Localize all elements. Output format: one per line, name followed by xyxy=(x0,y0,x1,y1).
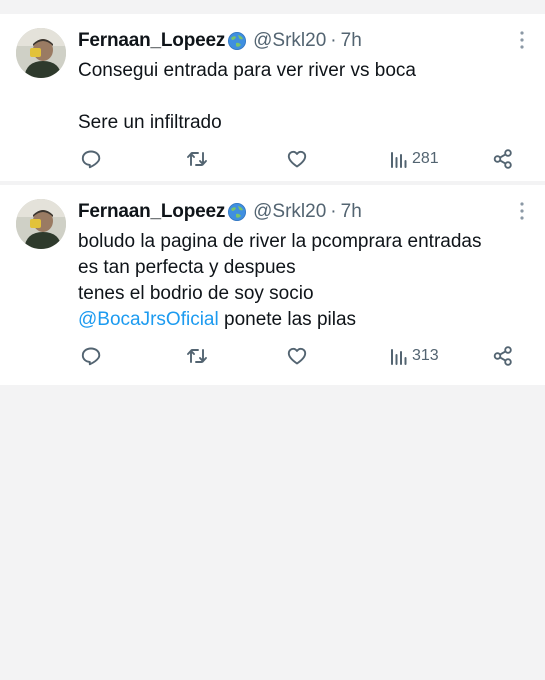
retweet-icon xyxy=(185,148,209,170)
tweet-text-line: tenes el bodrio de soy socio xyxy=(78,283,314,304)
like-button[interactable] xyxy=(286,343,308,369)
reply-icon xyxy=(80,148,102,170)
timestamp[interactable]: 7h xyxy=(341,30,362,52)
tweet-text: Consegui entrada para ver river vs boca … xyxy=(78,58,528,136)
tweet-text-line: Consegui entrada para ver river vs boca xyxy=(78,60,416,81)
globe-icon xyxy=(227,31,247,51)
like-icon xyxy=(286,345,308,367)
tweet-card[interactable]: Fernaan_Lopeez @Srkl20 · 7h Consegui ent… xyxy=(0,14,545,181)
share-icon xyxy=(492,148,514,170)
action-bar: 313 xyxy=(0,343,545,369)
user-handle[interactable]: @Srkl20 xyxy=(253,201,326,223)
tweet-card[interactable]: Fernaan_Lopeez @Srkl20 · 7h boludo la pa… xyxy=(0,185,545,385)
tweet-text-line: Sere un infiltrado xyxy=(78,112,222,133)
more-icon[interactable] xyxy=(519,201,525,221)
tweet-text-line: boludo la pagina de river la pcomprara e… xyxy=(78,231,482,252)
separator-dot: · xyxy=(330,201,337,222)
globe-icon xyxy=(227,202,247,222)
views-button[interactable]: 281 xyxy=(390,146,439,172)
display-name[interactable]: Fernaan_Lopeez xyxy=(78,201,225,223)
views-icon xyxy=(390,346,408,366)
like-button[interactable] xyxy=(286,146,308,172)
avatar-image xyxy=(16,199,66,249)
tweet-text: boludo la pagina de river la pcomprara e… xyxy=(78,229,528,333)
views-icon xyxy=(390,149,408,169)
retweet-icon xyxy=(185,345,209,367)
share-icon xyxy=(492,345,514,367)
user-handle[interactable]: @Srkl20 xyxy=(253,30,326,52)
reply-button[interactable] xyxy=(80,146,102,172)
tweet-text-tail: ponete las pilas xyxy=(218,309,357,330)
avatar[interactable] xyxy=(16,199,66,249)
retweet-button[interactable] xyxy=(185,343,209,369)
views-button[interactable]: 313 xyxy=(390,343,439,369)
views-count: 281 xyxy=(412,150,439,167)
action-bar: 281 xyxy=(0,146,545,172)
share-button[interactable] xyxy=(492,343,514,369)
tweet-header: Fernaan_Lopeez @Srkl20 · 7h xyxy=(78,199,362,225)
retweet-button[interactable] xyxy=(185,146,209,172)
tweet-text-line: @BocaJrsOficial ponete las pilas xyxy=(78,307,528,333)
more-icon[interactable] xyxy=(519,30,525,50)
avatar[interactable] xyxy=(16,28,66,78)
views-count: 313 xyxy=(412,347,439,364)
timestamp[interactable]: 7h xyxy=(341,201,362,223)
avatar-image xyxy=(16,28,66,78)
tweet-text-line: es tan perfecta y despues xyxy=(78,257,296,278)
share-button[interactable] xyxy=(492,146,514,172)
mention-link[interactable]: @BocaJrsOficial xyxy=(78,309,219,330)
reply-button[interactable] xyxy=(80,343,102,369)
display-name[interactable]: Fernaan_Lopeez xyxy=(78,30,225,52)
tweet-header: Fernaan_Lopeez @Srkl20 · 7h xyxy=(78,28,362,54)
reply-icon xyxy=(80,345,102,367)
like-icon xyxy=(286,148,308,170)
separator-dot: · xyxy=(330,30,337,51)
